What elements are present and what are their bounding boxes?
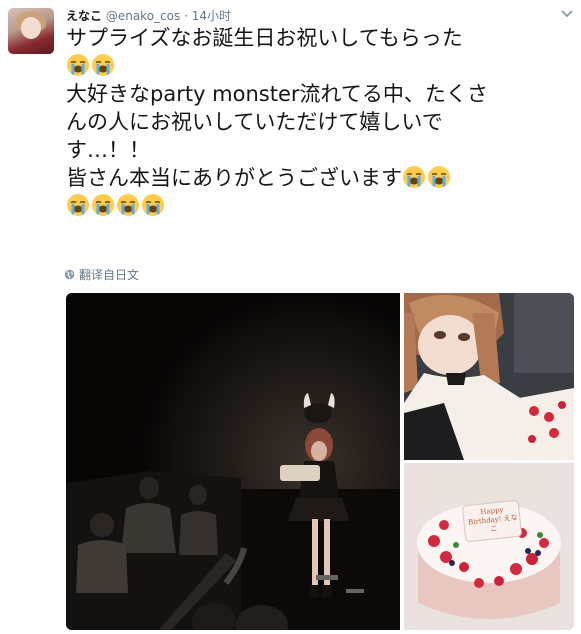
photo-cake[interactable]: Happy Birthday! えなこ	[404, 463, 574, 630]
loudly-crying-face-icon	[92, 54, 114, 76]
loudly-crying-face-icon	[428, 166, 450, 188]
loudly-crying-face-icon	[67, 54, 89, 76]
tweet-line-5-wrap: 皆さん本当にありがとうございます	[66, 164, 566, 192]
cake-plate-text: Happy Birthday! えなこ	[467, 505, 519, 534]
tweet-line-3: んの人にお祝いしていただけて嬉しいで	[66, 110, 443, 134]
user-handle[interactable]: @enako_cos	[106, 9, 180, 23]
photo-stage[interactable]	[66, 293, 400, 630]
stage-scene	[66, 293, 400, 630]
timestamp-link[interactable]: 14小时	[192, 9, 231, 23]
tweet-text: サプライズなお誕生日お祝いしてもらった 大好きなparty monster流れて…	[66, 24, 566, 220]
emoji-row-2	[66, 192, 566, 220]
header-separator: ·	[184, 9, 188, 23]
selfie-scene	[404, 293, 574, 460]
loudly-crying-face-icon	[117, 194, 139, 216]
loudly-crying-face-icon	[403, 166, 425, 188]
tweet-header: えなこ @enako_cos · 14小时	[66, 7, 231, 24]
loudly-crying-face-icon	[67, 194, 89, 216]
chevron-down-icon[interactable]	[560, 6, 574, 20]
translate-label: 翻译自日文	[79, 268, 140, 282]
avatar-face	[21, 17, 41, 39]
tweet-line-2: 大好きなparty monster流れてる中、たくさ	[66, 82, 488, 106]
loudly-crying-face-icon	[142, 194, 164, 216]
tweet-line-4: す…！！	[66, 138, 150, 162]
display-name[interactable]: えなこ	[66, 9, 102, 23]
avatar[interactable]	[8, 8, 54, 54]
media-grid: Happy Birthday! えなこ	[66, 293, 574, 630]
cake-scene	[404, 463, 574, 630]
loudly-crying-face-icon	[92, 194, 114, 216]
translate-link[interactable]: 翻译自日文	[64, 266, 139, 283]
emoji-row-1	[66, 52, 566, 80]
globe-icon	[64, 269, 75, 280]
photo-selfie[interactable]	[404, 293, 574, 460]
tweet-line-1: サプライズなお誕生日お祝いしてもらった	[66, 26, 463, 50]
tweet-line-5: 皆さん本当にありがとうございます	[66, 166, 402, 190]
